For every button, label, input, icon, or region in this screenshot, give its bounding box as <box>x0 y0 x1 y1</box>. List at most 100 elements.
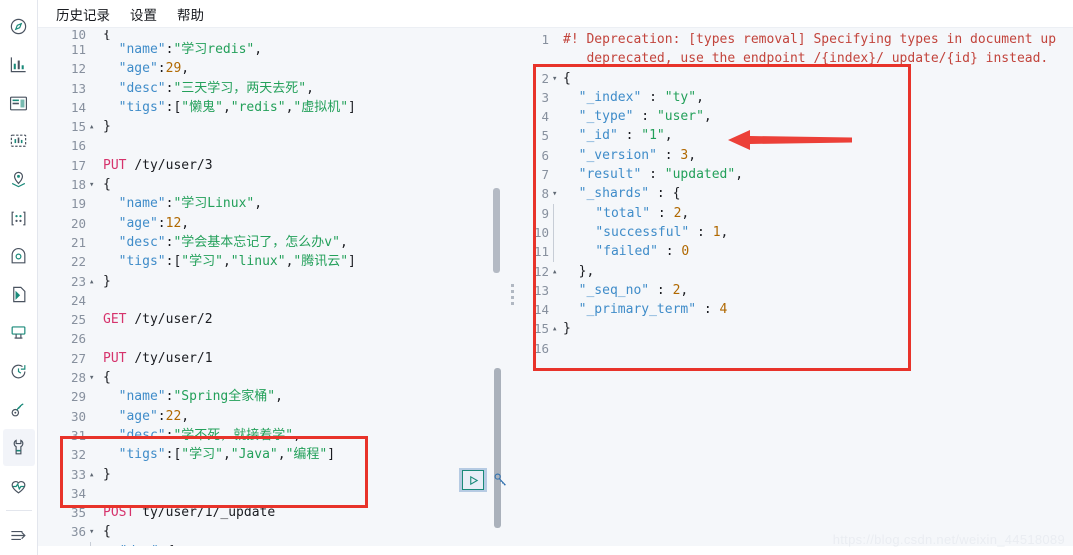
code-line[interactable]: 31 "desc":"学不死，就接着学", <box>38 425 506 446</box>
line-number: 15 ▴ <box>38 117 94 137</box>
code-line[interactable]: 10 "successful" : 1, <box>507 222 1073 243</box>
code-line[interactable]: 17 PUT /ty/user/3 <box>38 155 506 176</box>
request-editor-scrollbar[interactable] <box>493 188 500 273</box>
code-line[interactable]: 13 "desc":"三天学习，两天去死", <box>38 78 506 98</box>
sidebar-item-dev-tools[interactable] <box>2 429 35 467</box>
code-line[interactable]: 9 "total" : 2, <box>507 203 1073 223</box>
code-text: "successful" : 1, <box>553 222 728 243</box>
code-line[interactable]: 36 ▾{ <box>38 522 506 542</box>
sidebar-item-machine-learning[interactable] <box>3 199 35 236</box>
line-number: 26 <box>38 329 90 349</box>
fold-toggle-icon[interactable]: ▴ <box>89 273 99 292</box>
fold-toggle-icon[interactable]: ▾ <box>552 185 562 204</box>
code-line[interactable]: 26 <box>38 329 506 349</box>
sidebar-item-dashboard[interactable] <box>3 85 35 122</box>
sidebar-item-logs[interactable] <box>3 276 35 313</box>
line-number: 34 <box>38 483 90 504</box>
fold-toggle-icon[interactable]: ▴ <box>552 320 562 339</box>
line-number: 30 <box>38 406 90 426</box>
fold-toggle-icon[interactable]: ▾ <box>552 70 562 89</box>
code-line[interactable]: 7 "result" : "updated", <box>507 165 1073 185</box>
compass-icon <box>9 17 28 36</box>
code-line[interactable]: 27 PUT /ty/user/1 <box>38 348 506 369</box>
sidebar-item-discover[interactable] <box>3 8 35 45</box>
menu-settings[interactable]: 设置 <box>122 2 165 26</box>
sidebar-item-uptime[interactable] <box>3 353 35 390</box>
code-line[interactable]: 6 "_version" : 3, <box>507 145 1073 166</box>
request-editor[interactable]: 10{11 "name":"学习redis", 12 "age":29, 13 "d… <box>38 28 506 555</box>
code-line[interactable]: 5 "_id" : "1", <box>507 126 1073 146</box>
sidebar-item-monitoring[interactable] <box>3 467 35 504</box>
response-pane[interactable]: 1 #! Deprecation: [types removal] Specify… <box>507 28 1073 555</box>
ml-icon <box>9 209 28 228</box>
sidebar-item-visualize[interactable] <box>3 46 35 83</box>
code-line[interactable]: 8 ▾ "_shards" : { <box>507 184 1073 204</box>
run-request-button[interactable] <box>459 468 487 492</box>
code-line[interactable]: 32 "tigs":["学习","Java","编程"] <box>38 445 506 465</box>
code-line[interactable]: 22 "tigs":["学习","linux","腾讯云"] <box>38 252 506 272</box>
code-line[interactable]: 12 ▴ }, <box>507 261 1073 282</box>
code-line[interactable]: 15 ▴} <box>38 117 506 137</box>
splitter-grip-icon <box>511 284 515 308</box>
request-options-wrench-icon[interactable] <box>489 468 511 492</box>
sidebar-item-infrastructure[interactable] <box>3 238 35 275</box>
menu-help[interactable]: 帮助 <box>169 2 212 26</box>
code-line[interactable]: 21 "desc":"学会基本忘记了，怎么办v", <box>38 232 506 253</box>
line-number: 19 <box>38 194 90 214</box>
code-line[interactable]: 13 "_seq_no" : 2, <box>507 280 1073 301</box>
canvas-icon <box>9 132 28 151</box>
fold-toggle-icon[interactable]: ▴ <box>552 263 562 282</box>
code-line[interactable]: 28 ▾{ <box>38 368 506 388</box>
code-line[interactable]: 4 "_type" : "user", <box>507 107 1073 127</box>
line-number: 32 <box>38 445 90 465</box>
code-text: "age":12, <box>118 215 190 231</box>
splitter-scrollbar[interactable] <box>494 368 501 528</box>
sidebar-item-canvas[interactable] <box>3 123 35 160</box>
dashboard-icon <box>9 94 28 113</box>
fold-toggle-icon[interactable]: ▾ <box>89 369 99 388</box>
code-text: "desc":"三天学习，两天去死", <box>118 80 314 96</box>
code-line[interactable]: 23 ▴} <box>38 271 506 292</box>
code-line[interactable]: 24 <box>38 290 506 311</box>
fold-toggle-icon[interactable]: ▴ <box>89 466 99 485</box>
code-line[interactable]: 14 "tigs":["懒鬼","redis","虚拟机"] <box>38 97 506 118</box>
code-line[interactable]: 29 "name":"Spring全家桶", <box>38 387 506 407</box>
code-line[interactable]: 12 "age":29, <box>38 59 506 79</box>
code-text: "total" : 2, <box>553 203 689 223</box>
code-line[interactable]: 16 <box>38 136 506 156</box>
menu-history[interactable]: 历史记录 <box>48 2 118 26</box>
code-line[interactable]: 25 GET /ty/user/2 <box>38 310 506 330</box>
response-viewer: 1 #! Deprecation: [types removal] Specify… <box>507 28 1073 555</box>
fold-toggle-icon[interactable]: ▾ <box>89 176 99 195</box>
line-number: 22 <box>38 252 90 272</box>
code-line[interactable]: 20 "age":12, <box>38 213 506 233</box>
code-line[interactable]: 33 ▴} <box>38 464 506 485</box>
code-line[interactable]: 1 #! Deprecation: [types removal] Specify… <box>507 30 1073 50</box>
code-line[interactable]: 11 "name":"学习redis", <box>38 40 506 60</box>
code-line[interactable]: 30 "age":22, <box>38 406 506 426</box>
line-number: 36 ▾ <box>38 522 94 542</box>
code-line[interactable]: 11 "failed" : 0 <box>507 242 1073 262</box>
code-line[interactable]: 19 "name":"学习Linux", <box>38 194 506 214</box>
code-line[interactable]: 35 POST ty/user/1/_update <box>38 503 506 523</box>
line-number: 17 <box>38 155 90 176</box>
code-line[interactable]: 14 "_primary_term" : 4 <box>507 300 1073 320</box>
code-line[interactable]: deprecated, use the endpoint /{index}/_u… <box>507 49 1073 68</box>
fold-toggle-icon[interactable]: ▴ <box>89 118 99 137</box>
code-line[interactable]: 18 ▾{ <box>38 175 506 195</box>
fold-toggle-icon[interactable]: ▾ <box>89 523 99 542</box>
sidebar-item-apm[interactable] <box>3 314 35 351</box>
console-window: 历史记录 设置 帮助 10{11 "name":"学习redis", 12 "ag… <box>0 0 1073 555</box>
code-text: "_seq_no" : 2, <box>578 282 689 298</box>
sidebar-item-siem[interactable] <box>3 391 35 428</box>
request-editor-pane[interactable]: 10{11 "name":"学习redis", 12 "age":29, 13 "d… <box>38 28 507 555</box>
code-line[interactable]: 3 "_index" : "ty", <box>507 87 1073 108</box>
code-line[interactable]: 16 <box>507 338 1073 359</box>
code-text: "_index" : "ty", <box>578 89 704 105</box>
sidebar-item-maps[interactable] <box>3 161 35 198</box>
code-line[interactable]: 2 ▾{ <box>507 68 1073 89</box>
code-line[interactable]: 34 <box>38 483 506 504</box>
code-line[interactable]: 15 ▴} <box>507 319 1073 339</box>
code-line[interactable]: 10 { <box>38 30 506 40</box>
sidebar-item-collapse[interactable] <box>3 517 35 554</box>
